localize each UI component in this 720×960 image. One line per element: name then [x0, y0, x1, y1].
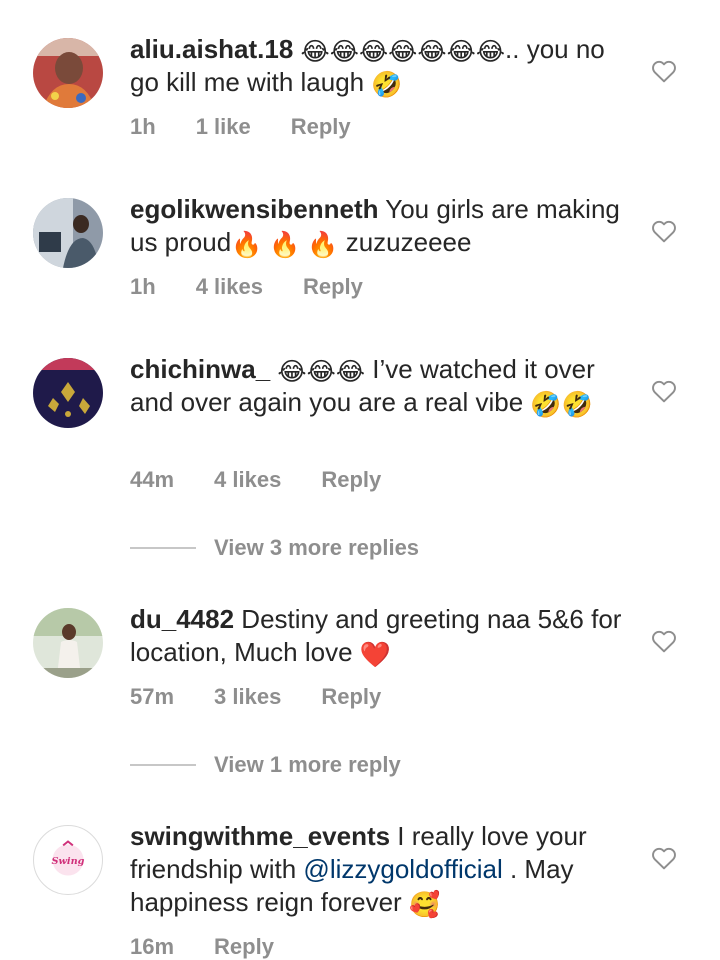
emoji: 😂😂😂 — [277, 358, 366, 386]
avatar-swingwithme-events[interactable]: Swing — [33, 825, 103, 895]
timestamp: 1h — [130, 114, 156, 139]
view-replies-label[interactable]: View 3 more replies — [214, 535, 419, 561]
reply-button[interactable]: Reply — [321, 684, 381, 710]
comment-meta: 44m 4 likes Reply — [130, 467, 381, 493]
swing-logo-icon: Swing — [52, 840, 85, 876]
timestamp: 1h — [130, 274, 156, 299]
comment-meta: 57m 3 likes Reply — [130, 684, 381, 710]
avatar-image — [33, 608, 103, 678]
comment-meta: 1h 4 likes Reply — [130, 274, 363, 300]
emoji: 🤣🤣 — [530, 391, 593, 419]
likes-count[interactable]: 4 likes — [214, 467, 281, 493]
username[interactable]: du_4482 — [130, 604, 234, 634]
view-replies-button[interactable]: View 1 more reply — [130, 752, 401, 778]
avatar-image — [33, 358, 103, 428]
reply-button[interactable]: Reply — [321, 467, 381, 493]
comment-text: chichinwa_ 😂😂😂 I’ve watched it over and … — [130, 353, 625, 419]
heart-outline-icon[interactable] — [651, 629, 677, 653]
avatar-chichinwa[interactable] — [33, 358, 103, 428]
heart-outline-icon[interactable] — [651, 59, 677, 83]
username[interactable]: swingwithme_events — [130, 821, 390, 851]
likes-count[interactable]: 4 likes — [196, 274, 263, 300]
reply-button[interactable]: Reply — [303, 274, 363, 300]
thread-line — [130, 764, 196, 766]
thread-line — [130, 547, 196, 549]
avatar-egolikwensibenneth[interactable] — [33, 198, 103, 268]
avatar-image — [33, 198, 103, 268]
comment-body — [293, 34, 300, 64]
likes-count[interactable]: 1 like — [196, 114, 251, 140]
username[interactable]: aliu.aishat.18 — [130, 34, 293, 64]
reply-button[interactable]: Reply — [291, 114, 351, 140]
timestamp: 44m — [130, 467, 175, 492]
swing-logo-text: Swing — [52, 856, 85, 867]
comment-text: du_4482 Destiny and greeting naa 5&6 for… — [130, 603, 625, 669]
heart-outline-icon[interactable] — [651, 846, 677, 870]
reply-button[interactable]: Reply — [214, 934, 274, 960]
timestamp: 16m — [130, 934, 175, 959]
mention-link[interactable]: @lizzygoldofficial — [303, 854, 502, 884]
emoji: 😂😂😂😂😂😂😂 — [300, 38, 506, 66]
username[interactable]: chichinwa_ — [130, 354, 270, 384]
emoji: ❤️ — [359, 641, 391, 669]
username[interactable]: egolikwensibenneth — [130, 194, 379, 224]
comment-text: swingwithme_events I really love your fr… — [130, 820, 625, 919]
emoji: 🔥 🔥 🔥 — [231, 231, 339, 259]
view-replies-button[interactable]: View 3 more replies — [130, 535, 419, 561]
likes-count[interactable]: 3 likes — [214, 684, 281, 710]
comment-meta: 1h 1 like Reply — [130, 114, 351, 140]
avatar-du-4482[interactable] — [33, 608, 103, 678]
avatar-image — [33, 38, 103, 108]
comment-text: egolikwensibenneth You girls are making … — [130, 193, 625, 259]
emoji: 🤣 — [371, 71, 403, 99]
heart-outline-icon[interactable] — [651, 379, 677, 403]
avatar-aliu-aishat[interactable] — [33, 38, 103, 108]
heart-outline-icon[interactable] — [651, 219, 677, 243]
comment-body: zuzuzeeee — [345, 227, 472, 257]
comment-meta: 16m Reply — [130, 934, 274, 960]
view-replies-label[interactable]: View 1 more reply — [214, 752, 401, 778]
timestamp: 57m — [130, 684, 175, 709]
emoji: 🥰 — [408, 891, 441, 919]
comment-text: aliu.aishat.18 😂😂😂😂😂😂😂.. you no go kill … — [130, 33, 625, 99]
